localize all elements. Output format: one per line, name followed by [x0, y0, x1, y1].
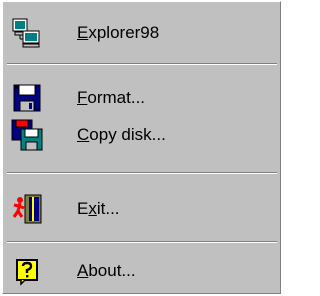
- menu-item-about[interactable]: About...: [3, 250, 280, 292]
- menu-item-label: Copy disk...: [77, 125, 166, 144]
- menu-item-label: Explorer98: [77, 23, 160, 42]
- menu-separator: [7, 63, 277, 65]
- menu-item-label: Format...: [77, 88, 146, 107]
- exit-door-icon: [11, 193, 43, 225]
- menu-item-exit[interactable]: Exit...: [3, 188, 280, 230]
- explorer-computer-icon: [11, 17, 43, 49]
- menu-item-label: About...: [77, 261, 136, 280]
- question-help-icon: [11, 255, 43, 287]
- menu-separator: [7, 241, 277, 243]
- menu-item-copy-disk[interactable]: Copy disk...: [3, 114, 280, 156]
- context-menu: Explorer98 Format... Copy disk... Exit..…: [2, 1, 281, 294]
- menu-separator: [7, 172, 277, 174]
- menu-item-explorer98[interactable]: Explorer98: [3, 12, 280, 54]
- menu-item-label: Exit...: [77, 199, 120, 218]
- floppy-disk-icon: [11, 82, 43, 114]
- copy-disk-icon: [11, 119, 43, 151]
- menu-item-format[interactable]: Format...: [3, 77, 280, 119]
